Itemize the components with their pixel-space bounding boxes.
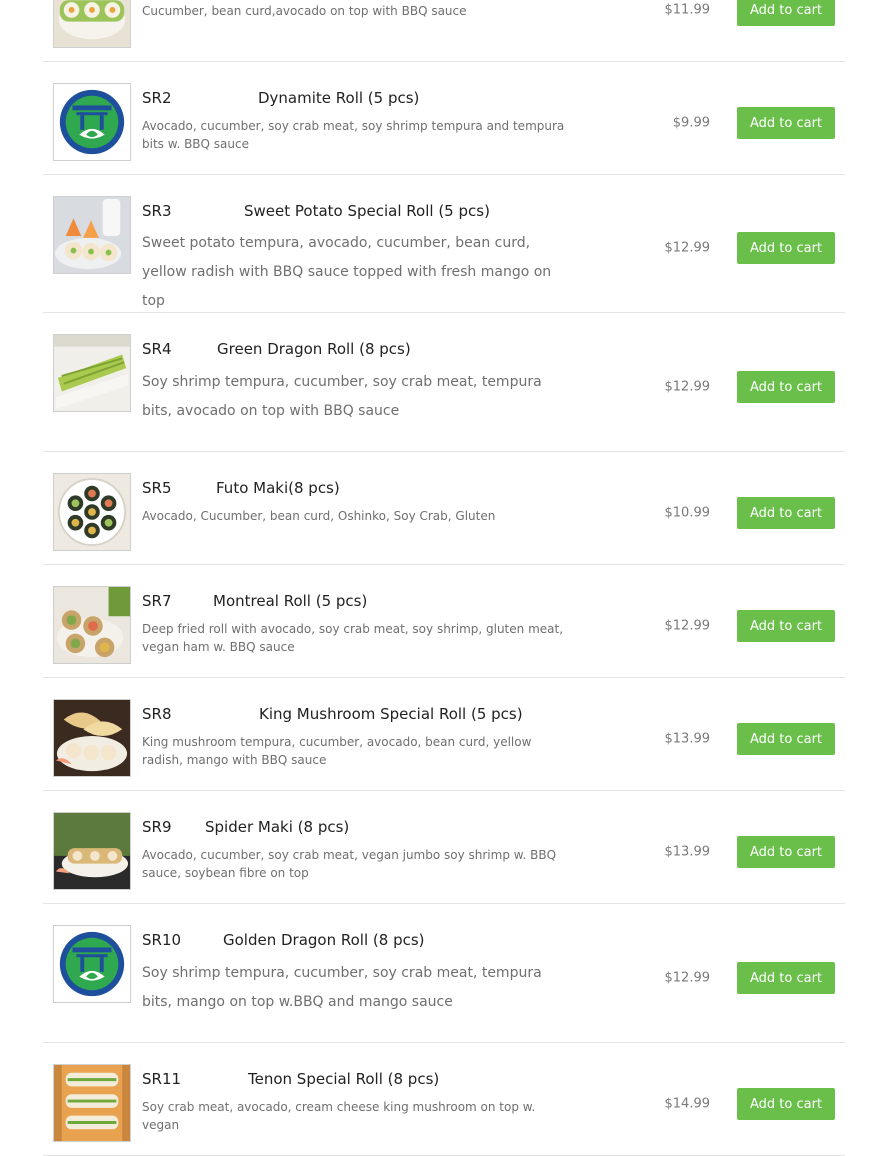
add-to-cart-button[interactable]: Add to cart [737, 497, 835, 529]
menu-item: SR5 Futo Maki(8 pcs) Avocado, Cucumber, b… [43, 452, 845, 565]
add-to-cart-button[interactable]: Add to cart [737, 1088, 835, 1120]
item-price: $12.99 [664, 240, 711, 256]
item-title: SR8 King Mushroom Special Roll (5 pcs) [142, 705, 523, 723]
add-to-cart-button[interactable]: Add to cart [737, 610, 835, 642]
sushi-photo-icon [54, 197, 130, 273]
menu-item: SR3 Sweet Potato Special Roll (5 pcs) Swe… [43, 175, 845, 313]
item-code: SR11 [142, 1070, 182, 1088]
sushi-photo-icon [54, 335, 130, 411]
sushi-photo-icon [54, 700, 130, 776]
item-photo[interactable] [53, 1064, 131, 1142]
item-name: Golden Dragon Roll (8 pcs) [223, 931, 425, 949]
restaurant-logo-icon [54, 84, 130, 160]
item-photo[interactable] [53, 812, 131, 890]
item-name: Futo Maki(8 pcs) [216, 479, 340, 497]
item-title: SR10 Golden Dragon Roll (8 pcs) [142, 931, 425, 949]
item-title: SR4 Green Dragon Roll (8 pcs) [142, 340, 411, 358]
item-title: SR9 Spider Maki (8 pcs) [142, 818, 349, 836]
menu-list: Cucumber, bean curd,avocado on top with … [43, 0, 845, 1156]
menu-item: SR10 Golden Dragon Roll (8 pcs) Soy shrim… [43, 904, 845, 1043]
item-price: $13.99 [664, 844, 711, 860]
item-code: SR5 [142, 479, 172, 497]
item-code: SR10 [142, 931, 182, 949]
add-to-cart-button[interactable]: Add to cart [737, 107, 835, 139]
menu-item: SR11 Tenon Special Roll (8 pcs) Soy crab … [43, 1043, 845, 1156]
item-description: Soy crab meat, avocado, cream cheese kin… [142, 1100, 536, 1132]
item-code: SR3 [142, 202, 172, 220]
sushi-photo-icon [54, 587, 130, 663]
menu-item: SR7 Montreal Roll (5 pcs) Deep fried roll… [43, 565, 845, 678]
item-description: Deep fried roll with avocado, soy crab m… [142, 622, 564, 654]
item-photo[interactable] [53, 196, 131, 274]
add-to-cart-button[interactable]: Add to cart [737, 0, 835, 26]
item-code: SR9 [142, 818, 172, 836]
item-title: SR7 Montreal Roll (5 pcs) [142, 592, 367, 610]
item-photo[interactable] [53, 0, 131, 48]
item-photo[interactable] [53, 473, 131, 551]
item-photo[interactable] [53, 83, 131, 161]
item-code: SR2 [142, 89, 172, 107]
sushi-photo-icon [54, 1065, 130, 1141]
sushi-photo-icon [54, 813, 130, 889]
add-to-cart-button[interactable]: Add to cart [737, 723, 835, 755]
item-name: Tenon Special Roll (8 pcs) [248, 1070, 440, 1088]
item-description: Sweet potato tempura, avocado, cucumber,… [142, 235, 552, 309]
item-title: SR11 Tenon Special Roll (8 pcs) [142, 1070, 439, 1088]
menu-item: SR8 King Mushroom Special Roll (5 pcs) Ki… [43, 678, 845, 791]
item-description: Cucumber, bean curd,avocado on top with … [142, 4, 467, 18]
add-to-cart-button[interactable]: Add to cart [737, 962, 835, 994]
item-photo[interactable] [53, 699, 131, 777]
item-photo[interactable] [53, 925, 131, 1003]
menu-item: SR4 Green Dragon Roll (8 pcs) Soy shrimp … [43, 313, 845, 452]
item-price: $12.99 [664, 618, 711, 634]
item-description: Avocado, cucumber, soy crab meat, soy sh… [142, 119, 565, 151]
item-description: Avocado, Cucumber, bean curd, Oshinko, S… [142, 509, 496, 523]
item-description: King mushroom tempura, cucumber, avocado… [142, 735, 532, 767]
add-to-cart-button[interactable]: Add to cart [737, 836, 835, 868]
item-title: SR3 Sweet Potato Special Roll (5 pcs) [142, 202, 490, 220]
item-price: $11.99 [664, 2, 711, 18]
menu-item: Cucumber, bean curd,avocado on top with … [43, 0, 845, 62]
add-to-cart-button[interactable]: Add to cart [737, 371, 835, 403]
item-name: Spider Maki (8 pcs) [205, 818, 350, 836]
item-name: Montreal Roll (5 pcs) [213, 592, 368, 610]
restaurant-logo-icon [54, 926, 130, 1002]
item-price: $13.99 [664, 731, 711, 747]
menu-item: SR2 Dynamite Roll (5 pcs) Avocado, cucumb… [43, 62, 845, 175]
item-price: $12.99 [664, 970, 711, 986]
item-price: $10.99 [664, 505, 711, 521]
add-to-cart-button[interactable]: Add to cart [737, 232, 835, 264]
menu-item: SR9 Spider Maki (8 pcs) Avocado, cucumber… [43, 791, 845, 904]
item-title: SR5 Futo Maki(8 pcs) [142, 479, 340, 497]
item-code: SR8 [142, 705, 172, 723]
item-name: King Mushroom Special Roll (5 pcs) [259, 705, 523, 723]
item-price: $9.99 [672, 115, 710, 131]
sushi-photo-icon [54, 0, 130, 47]
item-description: Avocado, cucumber, soy crab meat, vegan … [142, 848, 557, 880]
item-description: Soy shrimp tempura, cucumber, soy crab m… [142, 374, 542, 419]
item-name: Green Dragon Roll (8 pcs) [217, 340, 411, 358]
item-price: $14.99 [664, 1096, 711, 1112]
item-code: SR4 [142, 340, 172, 358]
item-code: SR7 [142, 592, 172, 610]
item-photo[interactable] [53, 586, 131, 664]
item-name: Sweet Potato Special Roll (5 pcs) [244, 202, 490, 220]
item-price: $12.99 [664, 379, 711, 395]
sushi-photo-icon [54, 474, 130, 550]
item-description: Soy shrimp tempura, cucumber, soy crab m… [142, 965, 542, 1010]
item-name: Dynamite Roll (5 pcs) [258, 89, 420, 107]
item-photo[interactable] [53, 334, 131, 412]
item-title: SR2 Dynamite Roll (5 pcs) [142, 89, 419, 107]
